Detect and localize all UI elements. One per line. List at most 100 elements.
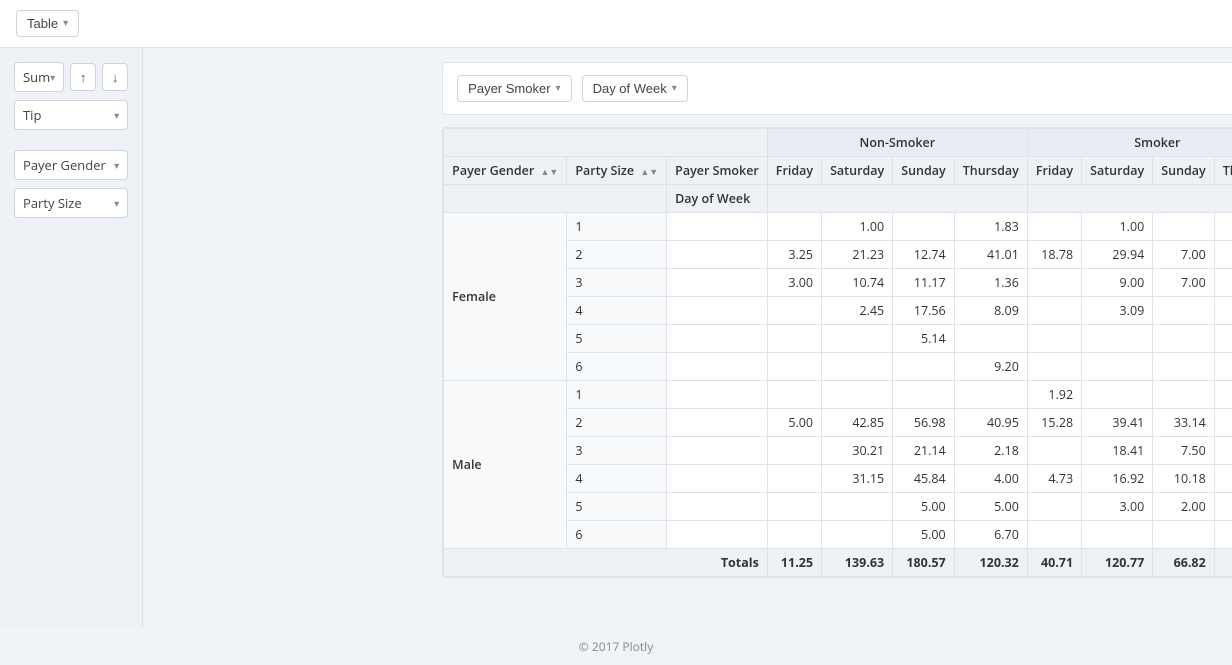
payer-smoker-cell [667, 493, 768, 521]
value-cell [1214, 493, 1232, 521]
value-cell: 17.56 [893, 297, 954, 325]
value-cell: 4.00 [1214, 465, 1232, 493]
s-saturday-header: Saturday [1082, 157, 1153, 185]
party-size-col-header[interactable]: Party Size ▲▼ [567, 157, 667, 185]
payer-smoker-cell [667, 269, 768, 297]
top-bar: Table ▾ [0, 0, 1232, 48]
totals-label: Totals [444, 549, 768, 577]
value-cell [1214, 521, 1232, 549]
value-cell [893, 213, 954, 241]
totals-value-cell: 51.51 [1214, 549, 1232, 577]
sort-down-btn[interactable]: ↓ [102, 63, 128, 91]
value-cell [822, 353, 893, 381]
value-cell: 4.00 [1214, 437, 1232, 465]
day-of-week-label: Day of Week [593, 81, 667, 96]
non-smoker-header: Non-Smoker [767, 129, 1027, 157]
sort-down-icon: ↓ [112, 68, 119, 86]
value-cell: 31.15 [822, 465, 893, 493]
value-cell: 1.92 [1027, 381, 1081, 409]
day-of-week-sub-label: Day of Week [667, 185, 768, 213]
value-cell: 45.84 [893, 465, 954, 493]
table-row: Male11.921.92 [444, 381, 1232, 409]
value-cell [767, 213, 821, 241]
value-cell: 5.14 [893, 325, 954, 353]
smoker-header: Smoker [1027, 129, 1232, 157]
value-cell: 6.70 [954, 521, 1027, 549]
day-of-week-arrow: ▾ [672, 83, 677, 94]
size-cell: 1 [567, 381, 667, 409]
value-cell: 16.92 [1082, 465, 1153, 493]
value-cell [822, 381, 893, 409]
value-cell [1214, 353, 1232, 381]
aggregation-row: Sum ▾ ↑ ↓ [14, 62, 128, 92]
s-sunday-header: Sunday [1153, 157, 1214, 185]
value-cell: 29.94 [1082, 241, 1153, 269]
party-size-arrow: ▾ [114, 196, 119, 210]
value-cell: 7.00 [1153, 269, 1214, 297]
value-cell [1027, 213, 1081, 241]
value-cell [1214, 213, 1232, 241]
value-cell: 9.00 [1082, 269, 1153, 297]
day-of-week-dropdown[interactable]: Day of Week ▾ [582, 75, 688, 102]
value-cell [822, 521, 893, 549]
payer-smoker-cell [667, 213, 768, 241]
table-row: Female11.001.831.003.83 [444, 213, 1232, 241]
size-cell: 6 [567, 521, 667, 549]
payer-smoker-dropdown[interactable]: Payer Smoker ▾ [457, 75, 571, 102]
table-arrow: ▾ [63, 18, 68, 29]
value-cell: 8.09 [954, 297, 1027, 325]
s-thursday-header: Thursday [1214, 157, 1232, 185]
value-cell: 18.41 [1082, 437, 1153, 465]
value-cell: 12.74 [893, 241, 954, 269]
payer-smoker-cell [667, 241, 768, 269]
value-cell: 40.95 [954, 409, 1027, 437]
value-cell [1027, 297, 1081, 325]
size-cell: 4 [567, 297, 667, 325]
value-cell: 1.36 [954, 269, 1027, 297]
sort-up-btn[interactable]: ↑ [70, 63, 96, 91]
totals-row: Totals11.25139.63180.57120.3240.71120.77… [444, 549, 1232, 577]
value-cell [1153, 521, 1214, 549]
value-cell [1082, 325, 1153, 353]
value-cell [767, 325, 821, 353]
value-cell [1027, 269, 1081, 297]
value-cell: 3.00 [767, 269, 821, 297]
value-cell [767, 521, 821, 549]
value-cell: 3.09 [1082, 297, 1153, 325]
payer-smoker-sub-header: Payer Smoker [667, 157, 768, 185]
payer-gender-dropdown[interactable]: Payer Gender ▾ [14, 150, 128, 180]
party-size-dropdown[interactable]: Party Size ▾ [14, 188, 128, 218]
size-cell: 3 [567, 269, 667, 297]
value-cell [1027, 325, 1081, 353]
gender-cell: Female [444, 213, 567, 381]
value-cell: 3.23 [1214, 269, 1232, 297]
value-cell [767, 353, 821, 381]
tip-label: Tip [23, 106, 41, 124]
value-cell: 7.50 [1153, 437, 1214, 465]
value-cell: 4.00 [954, 465, 1027, 493]
value-cell: 10.18 [1153, 465, 1214, 493]
value-cell [1214, 381, 1232, 409]
empty-header [444, 129, 768, 157]
header-row-2: Payer Gender ▲▼ Party Size ▲▼ Payer Smok… [444, 157, 1232, 185]
sum-dropdown[interactable]: Sum ▾ [14, 62, 64, 92]
value-cell [1082, 381, 1153, 409]
payer-smoker-cell [667, 437, 768, 465]
payer-smoker-arrow: ▾ [556, 83, 561, 94]
value-cell: 18.78 [1027, 241, 1081, 269]
size-cell: 3 [567, 437, 667, 465]
table-dropdown[interactable]: Table ▾ [16, 10, 79, 37]
pivot-table: Non-Smoker Smoker Totals Payer Gender ▲▼… [443, 128, 1232, 577]
tip-dropdown[interactable]: Tip ▾ [14, 100, 128, 130]
payer-smoker-cell [667, 409, 768, 437]
value-cell: 5.00 [893, 521, 954, 549]
value-cell [1153, 353, 1214, 381]
size-cell: 5 [567, 325, 667, 353]
value-cell [1027, 437, 1081, 465]
main-panel: Payer Smoker ▾ Day of Week ▾ Non-Smoker … [428, 48, 1232, 628]
value-cell [767, 437, 821, 465]
value-cell: 21.23 [822, 241, 893, 269]
value-cell: 2.18 [954, 437, 1027, 465]
payer-gender-col-header[interactable]: Payer Gender ▲▼ [444, 157, 567, 185]
value-cell: 7.00 [1153, 241, 1214, 269]
